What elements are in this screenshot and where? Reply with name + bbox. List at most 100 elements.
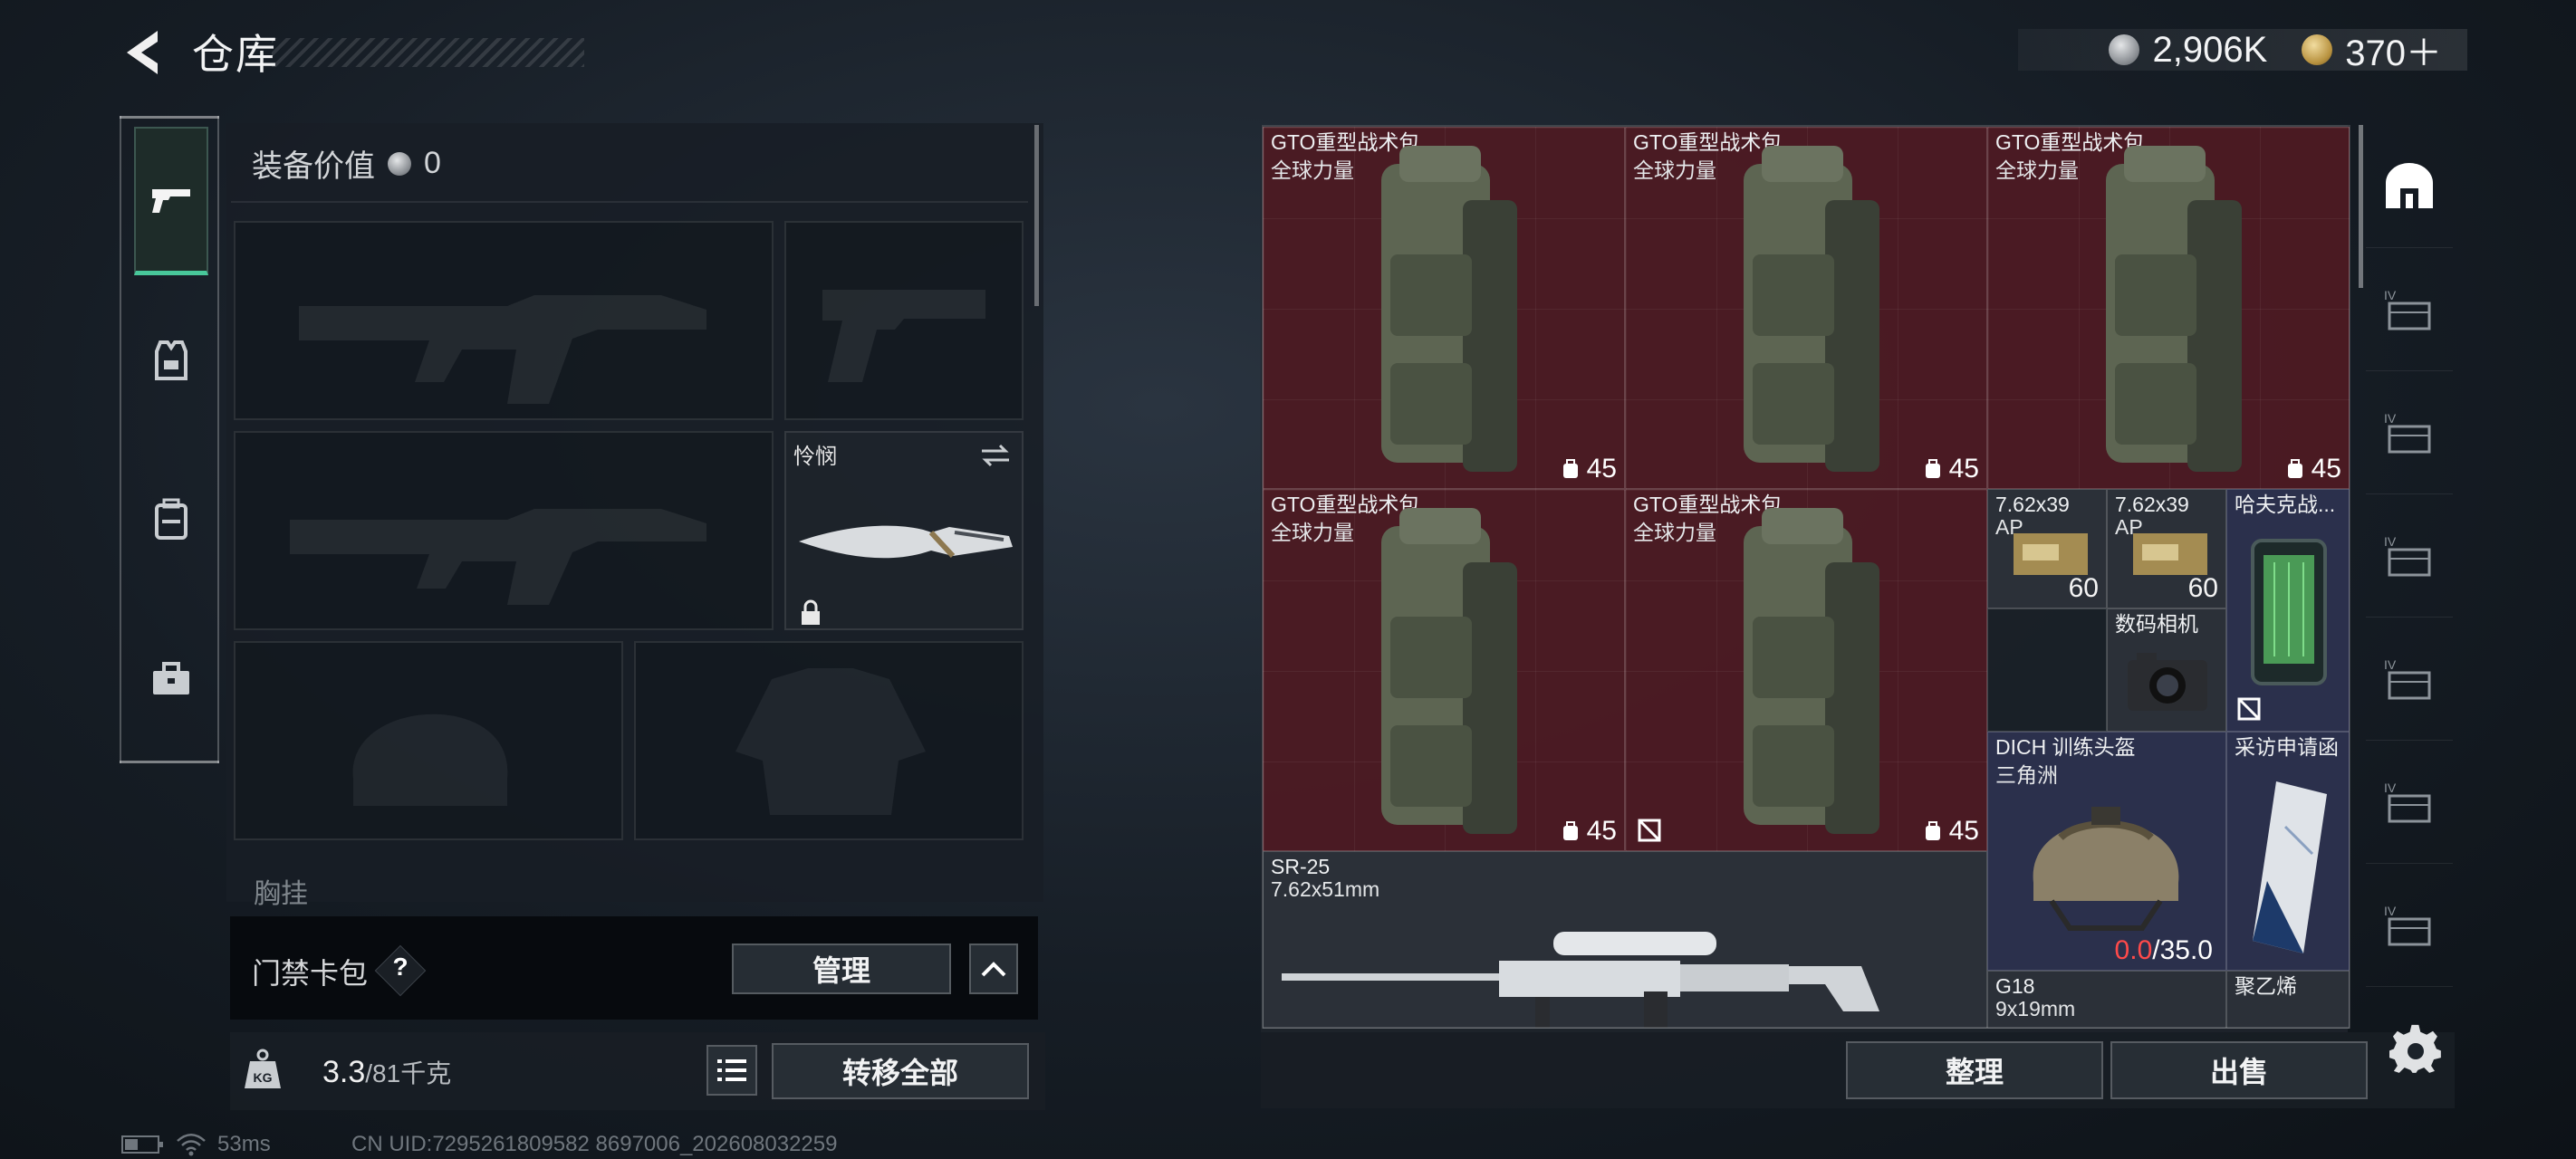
storage-item-backpack[interactable]: GTO重型战术包 全球力量 45	[1987, 127, 2350, 489]
melee-name: 怜悯	[793, 445, 837, 469]
storage-tab-4[interactable]: IV	[2366, 618, 2453, 741]
wifi-icon	[177, 1134, 206, 1156]
knife-icon	[799, 525, 1013, 559]
warehouse-icon	[2386, 162, 2433, 208]
storage-item-rifle[interactable]: SR-25 7.62x51mm	[1263, 851, 1987, 1029]
item-name: SR-25	[1271, 855, 1331, 878]
storage-box-icon: IV	[2384, 657, 2431, 699]
empty-slot[interactable]	[1987, 608, 2107, 732]
back-arrow-icon[interactable]	[118, 25, 172, 80]
storage-item-camera[interactable]: 数码相机	[2107, 608, 2226, 732]
capacity: 45	[1560, 454, 1617, 484]
backpack-image-icon	[2106, 146, 2242, 472]
tab-backpack[interactable]	[134, 445, 208, 594]
silver-coin-icon	[2109, 34, 2140, 65]
item-subtitle: 全球力量	[1271, 521, 1354, 544]
item-name: G18	[1995, 974, 2035, 998]
briefcase-icon	[153, 662, 189, 694]
chevron-up-icon	[981, 962, 1006, 977]
sort-button[interactable]: 整理	[1846, 1041, 2103, 1099]
tab-armor[interactable]	[134, 286, 208, 435]
expand-button[interactable]	[969, 943, 1018, 994]
storage-scrollbar[interactable]	[2359, 125, 2363, 288]
storage-item-backpack[interactable]: GTO重型战术包 全球力量 45	[1263, 127, 1625, 489]
ammo-box-icon	[2133, 533, 2207, 575]
storage-tab-all[interactable]	[2366, 125, 2453, 248]
silver-currency-value: 2,906K	[2152, 29, 2268, 70]
capacity: 45	[2284, 454, 2341, 484]
storage-tab-2[interactable]: IV	[2366, 371, 2453, 494]
storage-tab-3[interactable]: IV	[2366, 494, 2453, 618]
item-name: DICH 训练头盔	[1995, 735, 2136, 759]
status-bar: 53ms	[121, 1132, 271, 1157]
svg-text:IV: IV	[2384, 781, 2397, 795]
tab-weapons[interactable]	[134, 127, 208, 275]
body-armor-slot[interactable]	[634, 641, 1024, 840]
melee-slot[interactable]: 怜悯	[784, 431, 1024, 630]
storage-item-letter[interactable]: 采访申请函	[2226, 732, 2350, 971]
title-decoration	[272, 38, 584, 67]
storage-item-ammo[interactable]: 7.62x39 AP 60	[2107, 489, 2226, 608]
list-view-button[interactable]	[706, 1045, 757, 1096]
storage-tab-6[interactable]: IV	[2366, 864, 2453, 987]
storage-item-backpack[interactable]: GTO重型战术包 全球力量 45	[1263, 489, 1625, 851]
sniper-rifle-icon	[1282, 932, 1879, 1028]
keycard-label: 门禁卡包	[252, 957, 369, 990]
backpack-image-icon	[1381, 146, 1517, 472]
storage-item-backpack[interactable]: GTO重型战术包 全球力量 45	[1625, 489, 1987, 851]
currency-bar: 2,906K 370＋	[2018, 29, 2467, 73]
primary-weapon-slot-2[interactable]	[234, 431, 774, 630]
capacity-bag-icon	[1925, 821, 1940, 840]
pistol-silhouette-icon	[822, 290, 985, 382]
silver-coin-icon	[388, 151, 411, 176]
storage-item-backpack[interactable]: GTO重型战术包 全球力量 45	[1625, 127, 1987, 489]
storage-item-pistol[interactable]: G18 9x19mm	[1987, 971, 2226, 1029]
primary-weapon-slot-1[interactable]	[234, 221, 774, 420]
uid-text: CN UID:7295261809582 8697006_20260803225…	[351, 1132, 838, 1156]
durability: 0.0/35.0	[2115, 935, 2213, 966]
storage-item-ammo[interactable]: 7.62x39 AP 60	[1987, 489, 2107, 608]
gear-icon[interactable]	[2389, 1023, 2442, 1076]
item-name: 7.62x39	[2115, 493, 2189, 516]
item-subtitle: 全球力量	[1633, 521, 1716, 544]
backpack-image-icon	[1744, 508, 1879, 834]
capacity-bag-icon	[1925, 459, 1940, 478]
carry-weight-max: /81千克	[365, 1059, 452, 1087]
item-subtitle: 全球力量	[1995, 158, 2079, 182]
help-icon[interactable]: ?	[389, 953, 411, 982]
no-insure-icon	[1638, 819, 1661, 842]
tab-toolbox[interactable]	[134, 605, 208, 753]
no-insure-icon	[2237, 697, 2261, 721]
storage-item-material[interactable]: 聚乙烯	[2226, 971, 2350, 1029]
rifle-silhouette-icon	[290, 509, 706, 605]
manage-button[interactable]: 管理	[732, 943, 951, 994]
transfer-all-button[interactable]: 转移全部	[772, 1043, 1029, 1099]
storage-item-data-device[interactable]: 哈夫克战...	[2226, 489, 2350, 732]
storage-box-icon: IV	[2384, 411, 2431, 453]
swap-arrows-icon[interactable]	[978, 442, 1013, 469]
storage-item-helmet[interactable]: DICH 训练头盔 三角洲 0.0/35.0	[1987, 732, 2226, 971]
capacity-value: 45	[1948, 454, 1979, 484]
storage-tab-1[interactable]: IV	[2366, 248, 2453, 371]
storage-tab-5[interactable]: IV	[2366, 741, 2453, 864]
armor-vest-icon	[155, 340, 187, 380]
backpack-image-icon	[1744, 146, 1879, 472]
svg-text:IV: IV	[2384, 904, 2397, 918]
helmet-image-icon	[2033, 807, 2179, 931]
item-count: 60	[2068, 573, 2099, 603]
capacity: 45	[1922, 454, 1979, 484]
gold-currency-value[interactable]: 370＋	[2345, 24, 2442, 76]
helmet-slot[interactable]	[234, 641, 623, 840]
battery-icon	[121, 1135, 163, 1154]
sidearm-slot[interactable]	[784, 221, 1024, 420]
item-subtitle: 全球力量	[1633, 158, 1716, 182]
equipment-scrollbar[interactable]	[1034, 125, 1039, 306]
durability-max: /35.0	[2152, 935, 2213, 965]
capacity-value: 45	[2311, 454, 2341, 484]
storage-tabs: IV IV IV IV IV IV	[2366, 125, 2453, 1030]
sell-button[interactable]: 出售	[2110, 1041, 2368, 1099]
item-name: 哈夫克战...	[2235, 493, 2336, 516]
item-count: 60	[2187, 573, 2218, 603]
svg-text:IV: IV	[2384, 657, 2397, 672]
storage-box-icon: IV	[2384, 288, 2431, 330]
